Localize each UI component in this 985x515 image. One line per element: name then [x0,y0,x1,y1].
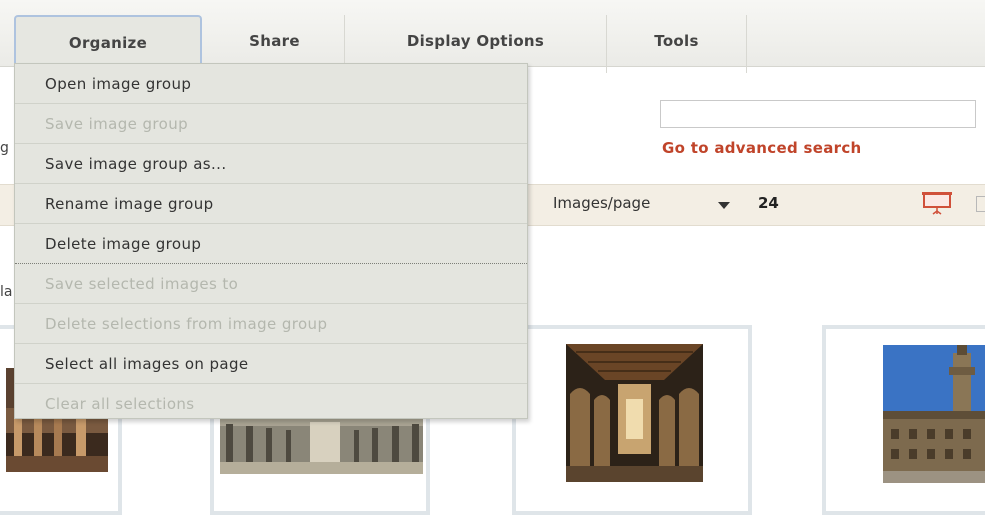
menu-item-delete-selections: Delete selections from image group [15,304,527,344]
menu-item-select-all-images[interactable]: Select all images on page [15,344,527,384]
advanced-search-link[interactable]: Go to advanced search [662,139,862,157]
search-input[interactable] [660,100,976,128]
menu-item-delete-image-group[interactable]: Delete image group [15,224,527,264]
top-menubar: Organize Share Display Options Tools [0,0,985,73]
images-per-page-value[interactable]: 24 [758,194,779,212]
basilica-nave-photo[interactable] [566,344,703,482]
menu-item-rename-image-group[interactable]: Rename image group [15,184,527,224]
menu-item-clear-all-selections: Clear all selections [45,395,195,413]
palazzo-tower-photo[interactable] [883,345,985,483]
images-per-page-label: Images/page [553,194,651,212]
presentation-screen-icon[interactable] [920,191,960,217]
menu-item-save-image-group-as[interactable]: Save image group as... [15,144,527,184]
triangle-down-icon[interactable] [718,202,730,209]
menu-item-save-selected-images-to: Save selected images to [15,264,527,304]
clipped-label: la [0,284,13,300]
clipped-toolbar-icon[interactable] [976,196,985,212]
tab-tools[interactable]: Tools [607,15,747,73]
clipped-label: g [0,140,9,156]
menu-item-open-image-group[interactable]: Open image group [15,64,527,104]
menu-item-save-image-group: Save image group [15,104,527,144]
organize-dropdown-menu: Open image group Save image group Save i… [14,63,528,419]
